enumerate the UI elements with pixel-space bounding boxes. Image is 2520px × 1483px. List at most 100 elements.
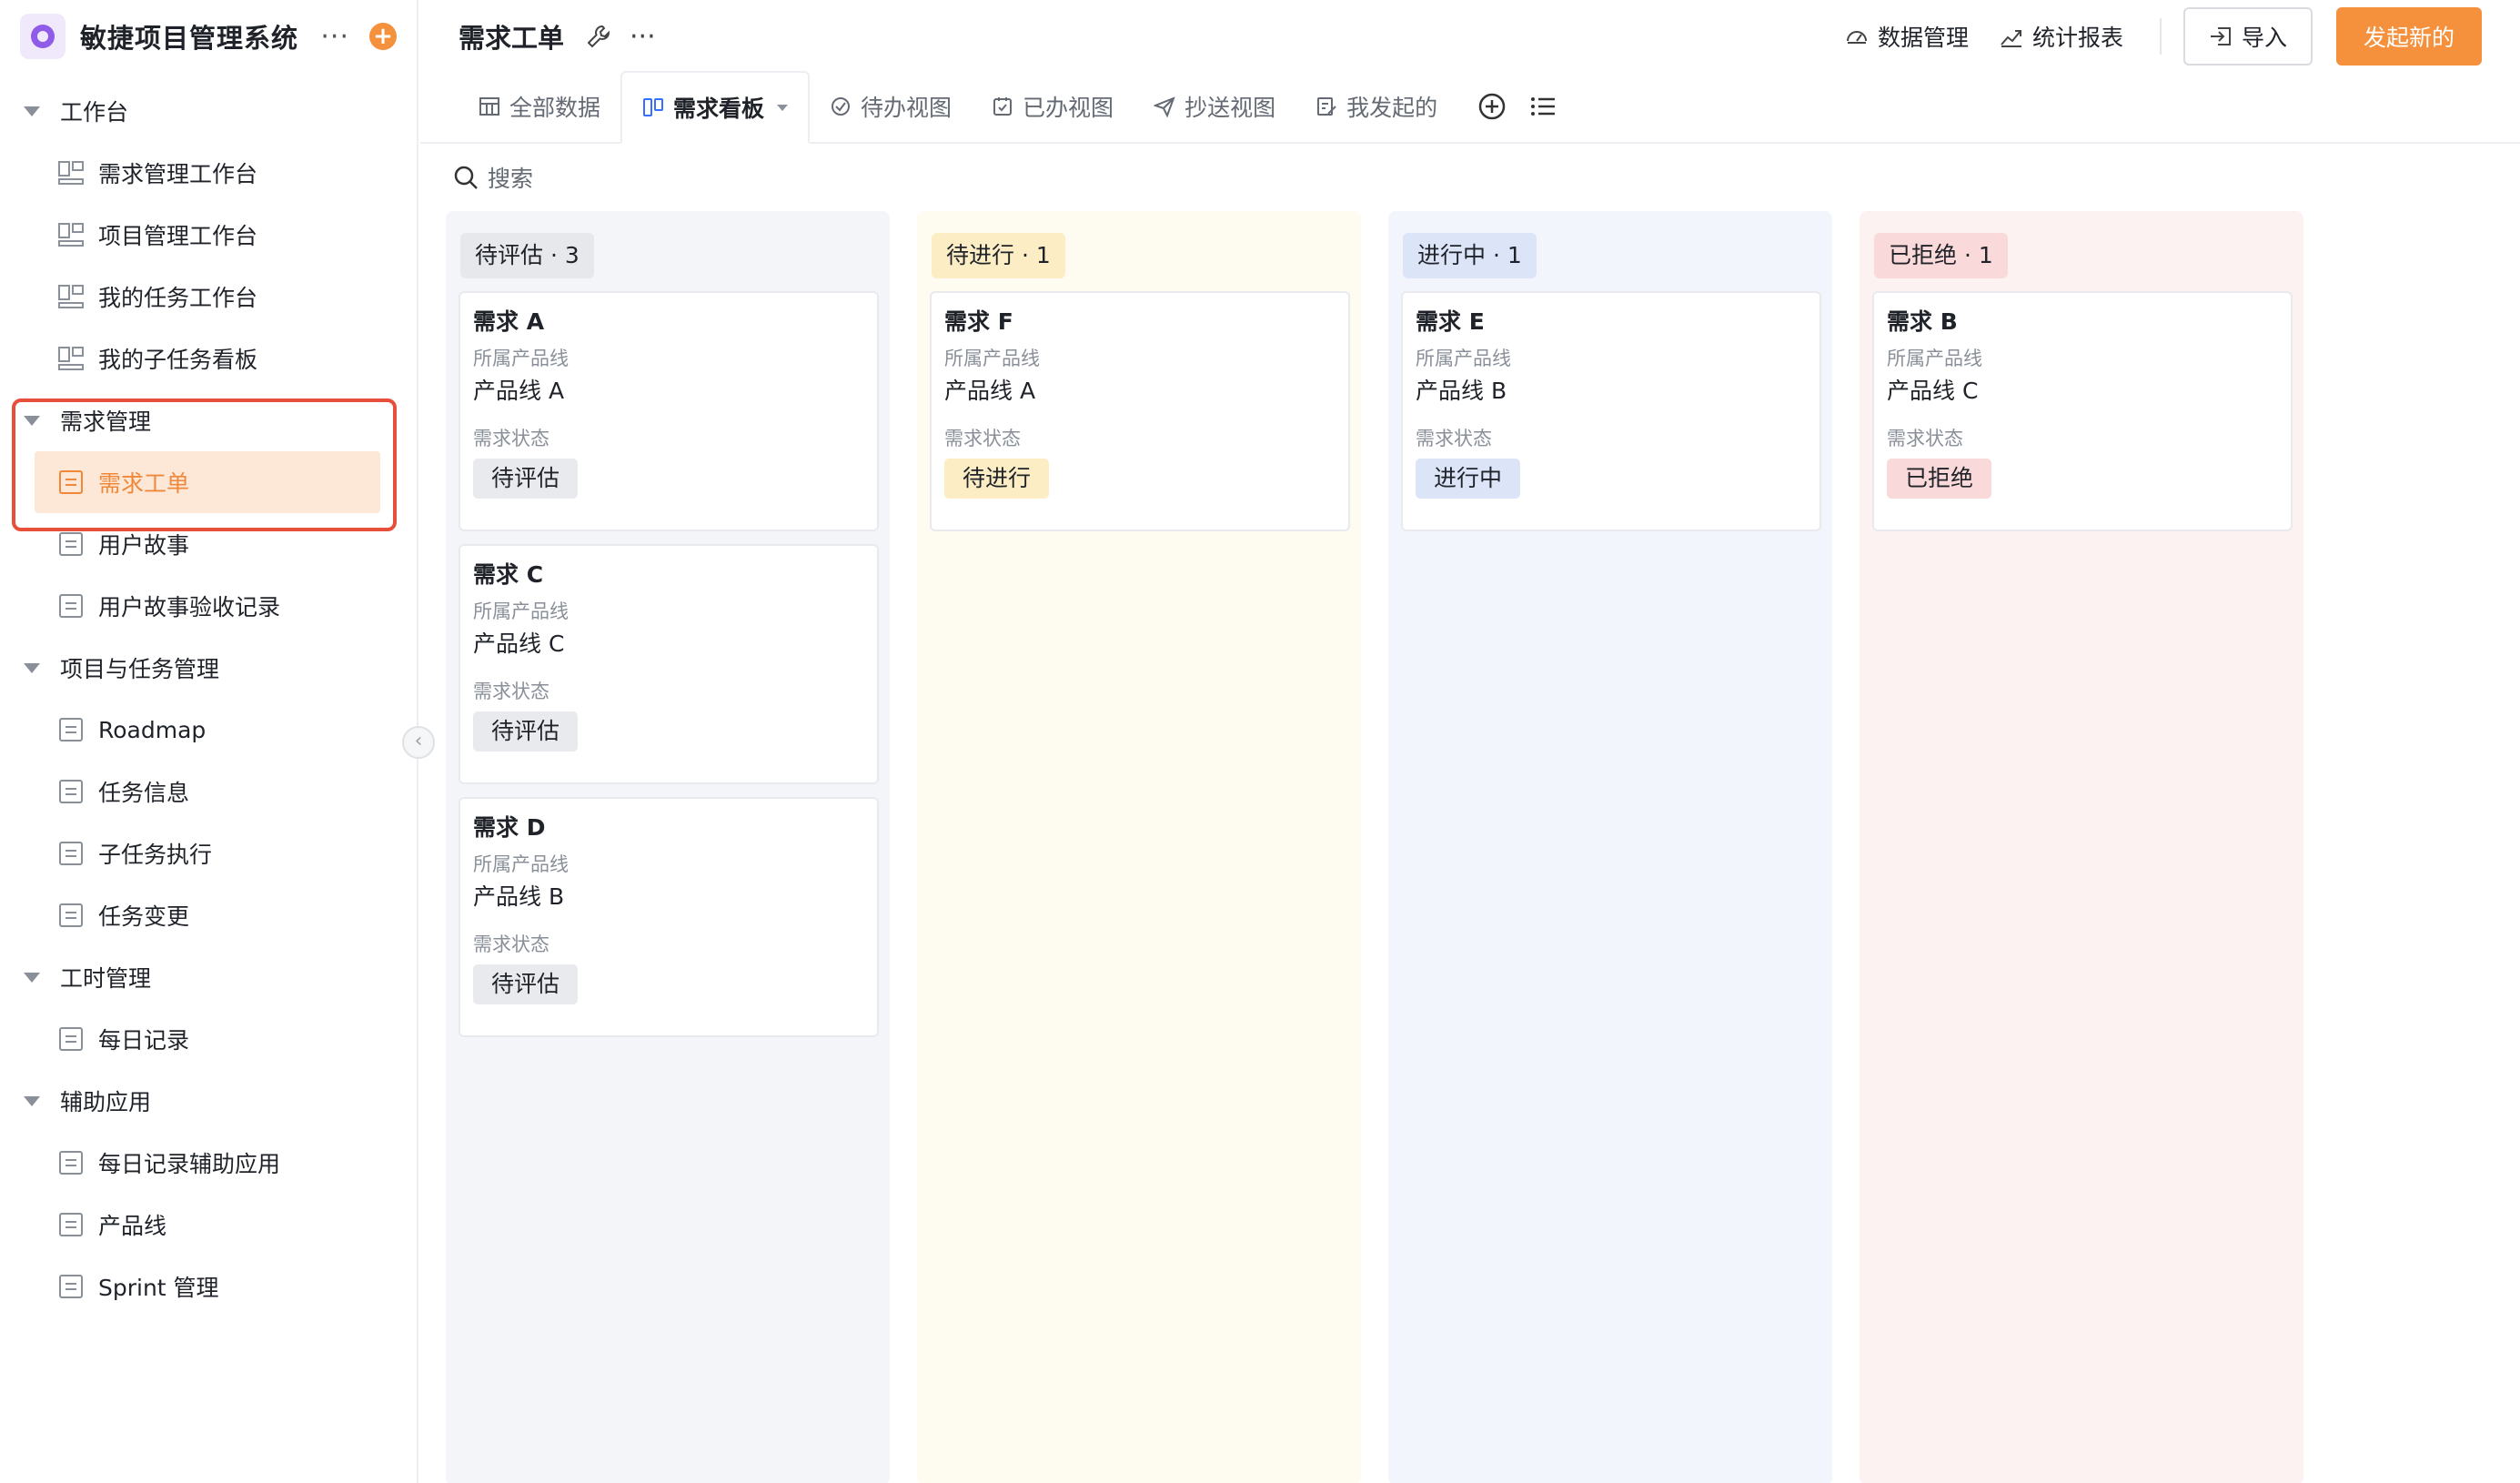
field-value-product: 产品线 A	[944, 378, 1036, 404]
sidebar-item-task-info[interactable]: 任务信息	[0, 761, 417, 822]
card-title: 需求 C	[473, 561, 544, 588]
field-value-product: 产品线 C	[473, 631, 565, 657]
tab-all-data[interactable]: 全部数据	[459, 71, 620, 142]
caret-down-icon	[24, 106, 40, 116]
sidebar-group-label: 辅助应用	[60, 1089, 152, 1115]
column-header: 待评估 · 3	[460, 233, 594, 278]
sidebar-item-label: 需求工单	[98, 470, 190, 497]
column-header: 进行中 · 1	[1403, 233, 1537, 278]
sidebar-item-label: 任务变更	[98, 903, 190, 930]
sidebar-item-req-ticket[interactable]: 需求工单	[35, 451, 380, 513]
tab-actions	[1477, 71, 1579, 142]
sidebar-item-user-story[interactable]: 用户故事	[0, 513, 417, 575]
tab-cc-view[interactable]: 抄送视图	[1134, 71, 1295, 142]
column-header: 待进行 · 1	[932, 233, 1065, 278]
kanban-card[interactable]: 需求 A 所属产品线 产品线 A 需求状态 待评估	[459, 291, 879, 531]
check-circle-icon	[832, 97, 851, 116]
list-icon[interactable]	[1528, 92, 1557, 121]
kanban-column-rejected: 已拒绝 · 1 需求 B 所属产品线 产品线 C 需求状态 已拒绝	[1860, 211, 2303, 1483]
view-tabs: 全部数据 需求看板 待办视图 已办视图 抄送视图 我发起的	[420, 71, 2520, 144]
caret-down-icon	[24, 972, 40, 983]
sidebar-group-label: 项目与任务管理	[60, 656, 220, 682]
sidebar-item-subtask-exec[interactable]: 子任务执行	[0, 822, 417, 884]
kanban-icon	[643, 98, 664, 116]
sidebar-item-label: 我的子任务看板	[98, 347, 258, 373]
kanban-column-pending-eval: 待评估 · 3 需求 A 所属产品线 产品线 A 需求状态 待评估 需求 C 所…	[446, 211, 890, 1483]
page-title: 需求工单	[459, 23, 565, 54]
form-icon	[59, 1151, 83, 1175]
field-label-status: 需求状态	[473, 933, 549, 955]
sidebar-item-task-change[interactable]: 任务变更	[0, 884, 417, 946]
sidebar-item-daily-aux[interactable]: 每日记录辅助应用	[0, 1132, 417, 1194]
tab-done-view[interactable]: 已办视图	[972, 71, 1134, 142]
field-label-product: 所属产品线	[473, 348, 569, 369]
sidebar-item-roadmap[interactable]: Roadmap	[0, 699, 417, 761]
form-icon	[59, 842, 83, 865]
search-input[interactable]: 搜索	[420, 144, 2520, 211]
field-label-status: 需求状态	[473, 428, 549, 449]
dashboard-icon	[58, 347, 84, 370]
tab-requirement-board[interactable]: 需求看板	[620, 71, 811, 144]
stats-report-link[interactable]: 统计报表	[2000, 20, 2123, 53]
form-icon	[59, 780, 83, 803]
sidebar-group-aux[interactable]: 辅助应用	[0, 1070, 417, 1132]
kanban-card[interactable]: 需求 B 所属产品线 产品线 C 需求状态 已拒绝	[1872, 291, 2293, 531]
import-button[interactable]: 导入	[2182, 7, 2313, 66]
field-label-product: 所属产品线	[1416, 348, 1511, 369]
tab-label: 全部数据	[509, 95, 601, 121]
field-label-product: 所属产品线	[1887, 348, 1982, 369]
app-header: 敏捷项目管理系统 ··· +	[0, 0, 417, 73]
add-icon[interactable]: +	[369, 23, 397, 50]
sidebar-item-label: Sprint 管理	[98, 1275, 219, 1301]
sidebar-item-task-workbench[interactable]: 我的任务工作台	[0, 266, 417, 328]
status-badge: 待评估	[473, 964, 579, 1004]
sidebar-item-sprint[interactable]: Sprint 管理	[0, 1256, 417, 1317]
kanban-card[interactable]: 需求 F 所属产品线 产品线 A 需求状态 待进行	[930, 291, 1350, 531]
sidebar-item-label: 用户故事验收记录	[98, 594, 281, 620]
sidebar-item-label: 每日记录辅助应用	[98, 1151, 281, 1177]
sidebar-item-subtask-board[interactable]: 我的子任务看板	[0, 328, 417, 389]
kanban-card[interactable]: 需求 C 所属产品线 产品线 C 需求状态 待评估	[459, 544, 879, 784]
chevron-down-icon[interactable]	[777, 104, 789, 111]
more-options-icon[interactable]: ···	[320, 21, 349, 53]
app-title: 敏捷项目管理系统	[80, 23, 299, 54]
sidebar-group-workbench[interactable]: 工作台	[0, 80, 417, 142]
sidebar-item-product-line[interactable]: 产品线	[0, 1194, 417, 1256]
sidebar-item-daily-record[interactable]: 每日记录	[0, 1008, 417, 1070]
sidebar-group-projects[interactable]: 项目与任务管理	[0, 637, 417, 699]
trend-icon	[2001, 30, 2021, 47]
sidebar-item-story-acceptance[interactable]: 用户故事验收记录	[0, 575, 417, 637]
sidebar-group-label: 工时管理	[60, 965, 152, 992]
tab-my-initiated[interactable]: 我发起的	[1295, 71, 1457, 142]
card-title: 需求 B	[1887, 308, 1958, 335]
caret-down-icon	[24, 1095, 40, 1106]
field-label-status: 需求状态	[473, 681, 549, 702]
create-new-button[interactable]: 发起新的	[2335, 7, 2482, 66]
table-icon	[479, 97, 499, 116]
search-icon	[454, 166, 478, 189]
sidebar-group-requirements[interactable]: 需求管理	[0, 389, 417, 451]
data-manage-link[interactable]: 数据管理	[1845, 20, 1969, 53]
tab-todo-view[interactable]: 待办视图	[810, 71, 972, 142]
kanban-card[interactable]: 需求 E 所属产品线 产品线 B 需求状态 进行中	[1401, 291, 1821, 531]
import-label: 导入	[2241, 25, 2287, 51]
sidebar-item-label: 项目管理工作台	[98, 223, 258, 249]
field-value-product: 产品线 B	[1416, 378, 1507, 404]
add-view-icon[interactable]	[1477, 92, 1507, 121]
field-label-product: 所属产品线	[473, 600, 569, 622]
sidebar-item-req-workbench[interactable]: 需求管理工作台	[0, 142, 417, 204]
sidebar-item-label: 用户故事	[98, 532, 190, 559]
wrench-icon[interactable]	[586, 24, 611, 49]
kanban-card[interactable]: 需求 D 所属产品线 产品线 B 需求状态 待评估	[459, 797, 879, 1037]
tab-label: 我发起的	[1346, 95, 1438, 121]
topbar: 需求工单 ··· 数据管理 统计报表 导入 发起新的	[420, 0, 2520, 73]
more-options-icon[interactable]: ···	[630, 21, 656, 53]
search-label: 搜索	[488, 166, 534, 192]
status-badge: 待进行	[944, 459, 1050, 499]
form-icon	[59, 470, 83, 494]
column-header: 已拒绝 · 1	[1874, 233, 2008, 278]
tab-label: 需求看板	[673, 96, 765, 122]
sidebar-item-proj-workbench[interactable]: 项目管理工作台	[0, 204, 417, 266]
gauge-icon	[1846, 31, 1867, 44]
sidebar-group-timesheet[interactable]: 工时管理	[0, 946, 417, 1008]
